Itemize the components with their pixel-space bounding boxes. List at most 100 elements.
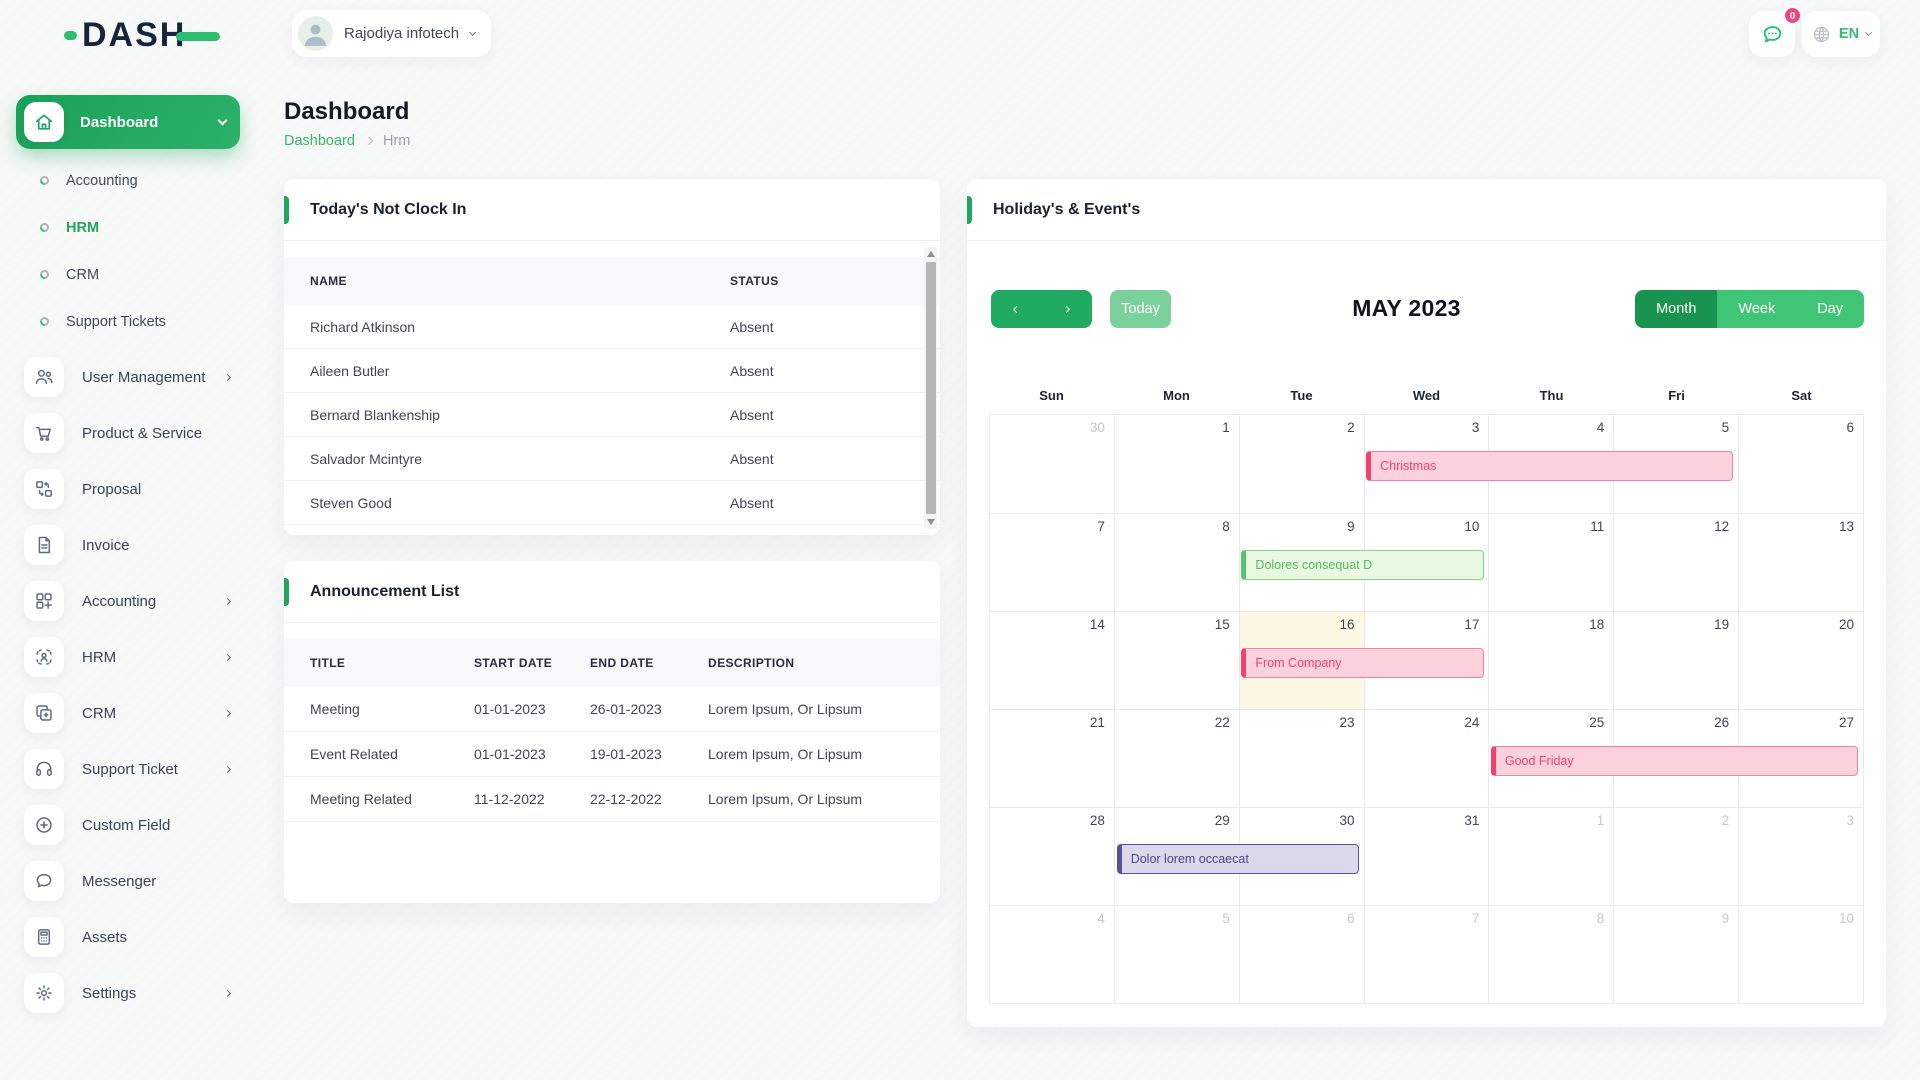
calendar-day-cell[interactable]: 1 [1114, 415, 1239, 513]
calendar-event[interactable]: Good Friday [1491, 746, 1858, 776]
column-header-end-date: END DATE [590, 656, 708, 670]
table-row: Aileen Butler Absent [284, 349, 940, 393]
day-number: 5 [1722, 420, 1730, 435]
day-number: 3 [1847, 813, 1855, 828]
calendar-day-cell[interactable]: 3 [1738, 808, 1863, 905]
calendar-day-cell[interactable]: 11 [1488, 514, 1613, 611]
calendar-event[interactable]: Dolores consequat D [1241, 550, 1483, 580]
scroll-down-arrow[interactable] [927, 519, 935, 525]
calendar-day-cell[interactable]: 15 [1114, 612, 1239, 709]
table-row: Meeting Related 11-12-2022 22-12-2022 Lo… [284, 777, 940, 822]
sidebar-item-label: Invoice [82, 537, 240, 554]
view-month-button[interactable]: Month [1635, 290, 1717, 328]
calendar-day-cell[interactable]: 22 [1114, 710, 1239, 807]
cell-title: Event Related [310, 746, 474, 762]
card-accent-bar [284, 578, 289, 606]
calendar-day-cell[interactable]: 1 [1488, 808, 1613, 905]
chevron-down-icon [1865, 29, 1872, 36]
calendar-event[interactable]: Dolor lorem occaecat [1117, 844, 1359, 874]
calendar-day-cell[interactable]: 9 [1613, 906, 1738, 1003]
cell-description: Lorem Ipsum, Or Lipsum [708, 791, 940, 807]
day-number: 10 [1839, 911, 1854, 926]
table-row: Richard Atkinson Absent [284, 305, 940, 349]
calendar-day-cell[interactable]: 6 [1738, 415, 1863, 513]
calendar-day-cell[interactable]: 4 [990, 906, 1114, 1003]
sidebar-item-messenger[interactable]: Messenger [16, 853, 240, 909]
day-number: 22 [1215, 715, 1230, 730]
table-scrollbar[interactable] [924, 247, 937, 529]
view-week-button[interactable]: Week [1717, 290, 1796, 328]
calendar-day-cell[interactable]: 12 [1613, 514, 1738, 611]
calendar-day-cell[interactable]: 6 [1239, 906, 1364, 1003]
day-header-wed: Wed [1364, 388, 1489, 414]
sidebar-item-custom-field[interactable]: Custom Field [16, 797, 240, 853]
sidebar-item-crm[interactable]: CRM [16, 685, 240, 741]
calendar-day-cell[interactable]: 28 [990, 808, 1114, 905]
page-title: Dashboard [284, 98, 409, 126]
sidebar-item-user-management[interactable]: User Management [16, 349, 240, 405]
day-number: 7 [1097, 519, 1105, 534]
calendar-day-cell[interactable]: 2 [1239, 415, 1364, 513]
cell-start-date: 01-01-2023 [474, 746, 590, 762]
calendar-week: 4 5 6 7 8 9 10 [990, 905, 1863, 1003]
language-selector[interactable]: EN [1802, 11, 1880, 57]
calendar-day-cell[interactable]: 7 [990, 514, 1114, 611]
calendar-day-cell[interactable]: 5 [1114, 906, 1239, 1003]
calendar-day-cell[interactable]: 19 [1613, 612, 1738, 709]
view-day-button[interactable]: Day [1796, 290, 1864, 328]
calendar-day-cell[interactable]: 14 [990, 612, 1114, 709]
cell-status: Absent [730, 451, 940, 467]
calendar-event[interactable]: From Company [1241, 648, 1483, 678]
calendar-day-cell[interactable]: 8 [1488, 906, 1613, 1003]
calendar-day-cell[interactable]: 23 [1239, 710, 1364, 807]
company-selector[interactable]: Rajodiya infotech [292, 10, 491, 57]
day-number: 30 [1340, 813, 1355, 828]
day-number: 21 [1090, 715, 1105, 730]
calendar-day-cell[interactable]: 10 [1738, 906, 1863, 1003]
calendar-day-cell[interactable]: 21 [990, 710, 1114, 807]
bullet-icon [38, 221, 51, 234]
day-number: 20 [1839, 617, 1854, 632]
sidebar-item-settings[interactable]: Settings [16, 965, 240, 1021]
holidays-events-card: Holiday's & Event's Today MAY 2023 Month… [967, 179, 1886, 1027]
chevron-right-icon [224, 765, 231, 772]
scroll-up-arrow[interactable] [927, 251, 935, 257]
sidebar-item-proposal[interactable]: Proposal [16, 461, 240, 517]
calendar-day-cell[interactable]: 8 [1114, 514, 1239, 611]
scrollbar-thumb[interactable] [926, 262, 936, 514]
sidebar-item-hrm[interactable]: HRM [16, 629, 240, 685]
cell-end-date: 26-01-2023 [590, 701, 708, 717]
sidebar-item-label: Support Ticket [82, 761, 225, 778]
sidebar-item-dashboard[interactable]: Dashboard [16, 95, 240, 149]
notifications-button[interactable]: 0 [1749, 11, 1795, 57]
sidebar-item-assets[interactable]: Assets [16, 909, 240, 965]
sidebar-subitem-support-tickets[interactable]: Support Tickets [16, 298, 240, 345]
day-number: 18 [1589, 617, 1604, 632]
day-number: 2 [1722, 813, 1730, 828]
sidebar-item-label: Accounting [82, 593, 225, 610]
sidebar-item-support-ticket[interactable]: Support Ticket [16, 741, 240, 797]
calendar-day-cell[interactable]: 18 [1488, 612, 1613, 709]
calendar-day-cell[interactable]: 2 [1613, 808, 1738, 905]
card-header: Holiday's & Event's [967, 179, 1886, 241]
day-number: 9 [1722, 911, 1730, 926]
calendar-day-cell[interactable]: 7 [1364, 906, 1489, 1003]
calendar-week: 30 1 2 3 4 5 6 Christmas [990, 415, 1863, 513]
sidebar-subitem-accounting[interactable]: Accounting [16, 157, 240, 204]
sidebar-subitem-label: Support Tickets [66, 314, 166, 330]
calendar-day-cell[interactable]: 20 [1738, 612, 1863, 709]
day-number: 3 [1472, 420, 1480, 435]
sidebar-item-product-service[interactable]: Product & Service [16, 405, 240, 461]
calendar-day-cell[interactable]: 31 [1364, 808, 1489, 905]
sidebar-item-invoice[interactable]: Invoice [16, 517, 240, 573]
sidebar-subitem-crm[interactable]: CRM [16, 251, 240, 298]
breadcrumb-dashboard-link[interactable]: Dashboard [284, 133, 355, 149]
calendar-event[interactable]: Christmas [1366, 451, 1733, 481]
calendar-day-cell[interactable]: 24 [1364, 710, 1489, 807]
calendar-day-cell[interactable]: 13 [1738, 514, 1863, 611]
sidebar-subitem-hrm[interactable]: HRM [16, 204, 240, 251]
calendar-day-cell[interactable]: 30 [990, 415, 1114, 513]
sidebar-item-accounting[interactable]: Accounting [16, 573, 240, 629]
headset-icon [24, 749, 64, 789]
calendar-day-header-row: Sun Mon Tue Wed Thu Fri Sat [989, 388, 1864, 414]
